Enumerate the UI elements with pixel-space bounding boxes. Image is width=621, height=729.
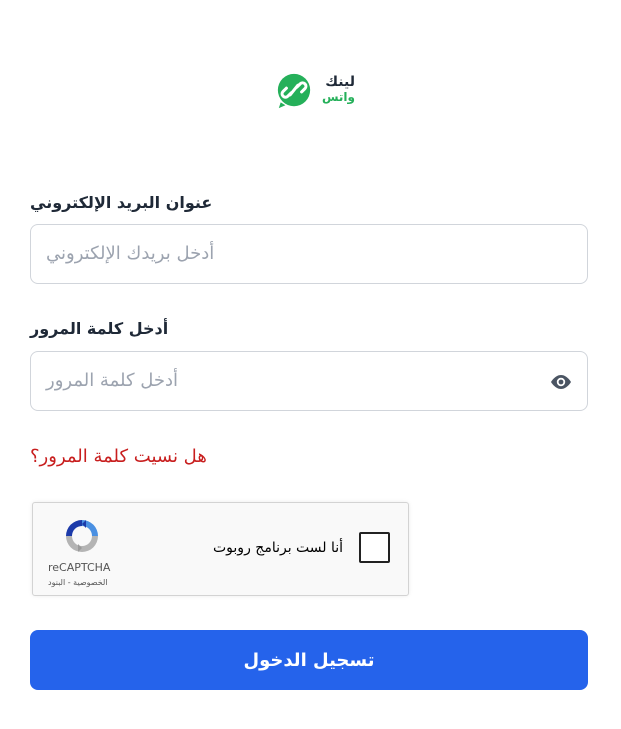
eye-icon[interactable] xyxy=(549,372,573,392)
email-field[interactable]: أدخل بريدك الإلكتروني xyxy=(30,224,588,284)
app-logo: لينك واتس xyxy=(275,72,355,112)
password-placeholder: أدخل كلمة المرور xyxy=(46,370,179,391)
recaptcha-widget: reCAPTCHA الخصوصية - البنود أنا لست برنا… xyxy=(32,502,409,596)
login-button[interactable]: تسجيل الدخول xyxy=(30,630,588,690)
email-placeholder: أدخل بريدك الإلكتروني xyxy=(46,243,215,264)
chain-link-logo-icon xyxy=(277,73,311,109)
recaptcha-brand: reCAPTCHA xyxy=(48,561,111,574)
recaptcha-checkbox[interactable] xyxy=(359,532,390,563)
password-field[interactable]: أدخل كلمة المرور xyxy=(30,351,588,411)
logo-text-secondary: واتس xyxy=(321,90,355,104)
email-label: عنوان البريد الإلكتروني xyxy=(30,193,213,212)
recaptcha-icon xyxy=(66,520,98,552)
forgot-password-link[interactable]: هل نسيت كلمة المرور؟ xyxy=(30,446,207,467)
logo-text-primary: لينك xyxy=(325,74,355,90)
recaptcha-links[interactable]: الخصوصية - البنود xyxy=(48,578,108,587)
password-label: أدخل كلمة المرور xyxy=(30,319,169,338)
recaptcha-label: أنا لست برنامج روبوت xyxy=(213,540,344,556)
